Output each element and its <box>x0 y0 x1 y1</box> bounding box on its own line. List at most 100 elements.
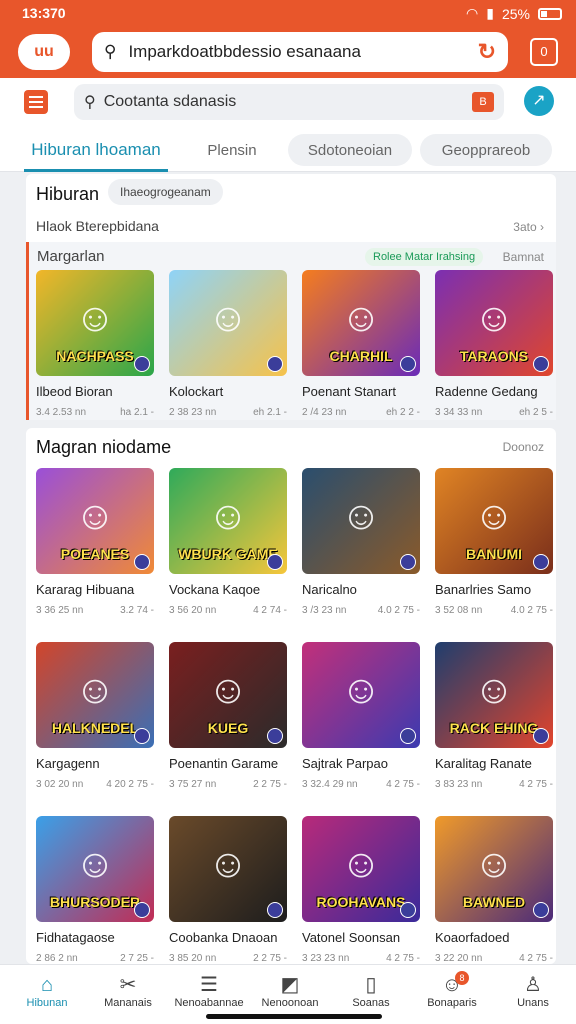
character-icon: ☺ <box>340 494 382 538</box>
see-more-link[interactable]: Doonoz <box>503 440 544 454</box>
game-title[interactable]: Poenant Stanart <box>302 384 424 399</box>
game-card[interactable]: ☺ Coobanka Dnaoan 3 85 20 nn 2 2 75 - <box>169 816 291 964</box>
game-title[interactable]: Banarlries Samo <box>435 582 557 597</box>
game-title[interactable]: Koaorfadoed <box>435 930 557 945</box>
game-thumbnail[interactable]: ☺ WBURK GAME <box>169 468 287 574</box>
character-icon: ☺ <box>207 842 249 886</box>
game-thumbnail[interactable]: ☺ KUEG <box>169 642 287 748</box>
game-title[interactable]: Coobanka Dnaoan <box>169 930 291 945</box>
game-card[interactable]: ☺ Sajtrak Parpao 3 32.4 29 nn 4 2 75 - <box>302 642 424 790</box>
character-icon: ☺ <box>207 494 249 538</box>
game-thumbnail[interactable]: ☺ NACHPASS <box>36 270 154 376</box>
game-meta-stats: eh 2.1 - <box>253 407 287 418</box>
game-card[interactable]: ☺ TARAONS Radenne Gedang 3 34 33 nn eh 2 5 - <box>435 270 557 418</box>
game-title[interactable]: Karalitag Ranate <box>435 756 557 771</box>
nav-item-5[interactable]: ☺ Bonaparis 8 <box>411 971 493 1009</box>
section-chip[interactable]: Ihaeogrogeanam <box>108 179 223 205</box>
nav-item-0[interactable]: ⌂ Hibunan <box>6 973 88 1009</box>
game-meta-size: 2 38 23 nn <box>169 407 217 418</box>
game-title[interactable]: Ilbeod Bioran <box>36 384 158 399</box>
game-thumbnail[interactable]: ☺ HALKNEDEL <box>36 642 154 748</box>
game-card[interactable]: ☺ NACHPASS Ilbeod Bioran 3.4 2.53 nn ha 2.1 … <box>36 270 158 418</box>
game-meta-stats: 2 2 75 - <box>253 779 287 790</box>
game-meta-stats: 4 2 75 - <box>386 779 420 790</box>
search-input[interactable]: Cootanta sdanasis <box>104 93 472 111</box>
tab-geopprareob[interactable]: Geopprareob <box>420 134 552 166</box>
list-icon: ☰ <box>200 974 218 996</box>
badge-icon <box>400 356 416 372</box>
tab-plensin[interactable]: Plensin <box>188 134 276 166</box>
menu-icon[interactable] <box>24 90 48 114</box>
game-title[interactable]: Radenne Gedang <box>435 384 557 399</box>
game-title[interactable]: Kolockart <box>169 384 291 399</box>
game-card[interactable]: ☺ CHARHIL Poenant Stanart 2 /4 23 nn eh 2 2 … <box>302 270 424 418</box>
game-thumbnail[interactable]: ☺ <box>169 816 287 922</box>
game-card[interactable]: ☺ RACK EHING Karalitag Ranate 3 83 23 nn 4 2… <box>435 642 557 790</box>
url-bar[interactable]: ⚲ Imparkdoatbbdessio esanaana ↻ <box>92 32 508 72</box>
nav-item-6[interactable]: ♙ Unans <box>492 973 574 1009</box>
badge-icon <box>400 728 416 744</box>
tabs-button[interactable]: 0 <box>530 38 558 66</box>
game-thumbnail[interactable]: ☺ POEANES <box>36 468 154 574</box>
game-card[interactable]: ☺ Naricalno 3 /3 23 nn 4.0 2 75 - <box>302 468 424 616</box>
search-box[interactable]: ⚲ Cootanta sdanasis B <box>74 84 504 120</box>
game-thumbnail[interactable]: ☺ TARAONS <box>435 270 553 376</box>
game-title[interactable]: Kargagenn <box>36 756 158 771</box>
see-more-link[interactable]: 3ato › <box>513 220 544 234</box>
character-icon: ☺ <box>74 842 116 886</box>
section-title: Hiburan <box>36 184 100 204</box>
game-card[interactable]: ☺ BHURSODER Fidhatagaose 2 86 2 nn 2 7 25 - <box>36 816 158 964</box>
game-thumbnail[interactable]: ☺ ROOHAVANS <box>302 816 420 922</box>
badge-icon <box>134 554 150 570</box>
game-title[interactable]: Vockana Kaqoe <box>169 582 291 597</box>
game-card[interactable]: ☺ POEANES Kararag Hibuana 3 36 25 nn 3.2 74 … <box>36 468 158 616</box>
game-card[interactable]: ☺ BANUMI Banarlries Samo 3 52 08 nn 4.0 2 75… <box>435 468 557 616</box>
game-title[interactable]: Fidhatagaose <box>36 930 158 945</box>
game-title[interactable]: Naricalno <box>302 582 424 597</box>
badge-icon <box>267 356 283 372</box>
game-thumbnail[interactable]: ☺ RACK EHING <box>435 642 553 748</box>
search-icon: ⚲ <box>104 42 117 61</box>
game-title[interactable]: Kararag Hibuana <box>36 582 158 597</box>
user-icon: ♙ <box>524 974 542 996</box>
badge-icon <box>400 902 416 918</box>
game-card[interactable]: ☺ Kolockart 2 38 23 nn eh 2.1 - <box>169 270 291 418</box>
game-card[interactable]: ☺ ROOHAVANS Vatonel Soonsan 3 23 23 nn 4 2 7… <box>302 816 424 964</box>
search-icon: ⚲ <box>84 94 96 111</box>
nav-item-1[interactable]: ✂ Mananais <box>87 973 169 1009</box>
game-thumbnail[interactable]: ☺ BAWNED <box>435 816 553 922</box>
game-card[interactable]: ☺ WBURK GAME Vockana Kaqoe 3 56 20 nn 4 2 74… <box>169 468 291 616</box>
nav-item-3[interactable]: ◩ Nenoonoan <box>249 973 331 1009</box>
character-icon: ☺ <box>207 296 249 340</box>
game-thumbnail[interactable]: ☺ BHURSODER <box>36 816 154 922</box>
reload-icon[interactable]: ↻ <box>478 39 496 65</box>
share-button[interactable]: ↗ <box>524 86 554 116</box>
game-thumbnail[interactable]: ☺ <box>302 468 420 574</box>
game-meta-stats: 2 7 25 - <box>120 953 154 964</box>
game-title[interactable]: Sajtrak Parpao <box>302 756 424 771</box>
tab-sdotoneoian[interactable]: Sdotoneoian <box>288 134 412 166</box>
nav-item-4[interactable]: ▯ Soanas <box>330 973 412 1009</box>
game-card[interactable]: ☺ KUEG Poenantin Garame 3 75 27 nn 2 2 75 - <box>169 642 291 790</box>
game-thumbnail[interactable]: ☺ <box>302 642 420 748</box>
game-title[interactable]: Vatonel Soonsan <box>302 930 424 945</box>
group-icon: ☺ <box>441 974 463 996</box>
game-meta-size: 3 /3 23 nn <box>302 605 347 616</box>
url-text[interactable]: Imparkdoatbbdessio esanaana <box>128 42 477 62</box>
game-card[interactable]: ☺ HALKNEDEL Kargagenn 3 02 20 nn 4 20 2 75 - <box>36 642 158 790</box>
game-meta-size: 3 83 23 nn <box>435 779 483 790</box>
game-thumbnail[interactable]: ☺ <box>169 270 287 376</box>
chart-icon: ◩ <box>280 974 300 996</box>
game-card[interactable]: ☺ BAWNED Koaorfadoed 3 22 20 nn 4 2 75 - <box>435 816 557 964</box>
game-thumbnail[interactable]: ☺ BANUMI <box>435 468 553 574</box>
book-icon[interactable]: B <box>472 92 494 112</box>
nav-item-2[interactable]: ☰ Nenoabannae <box>168 973 250 1009</box>
game-thumbnail[interactable]: ☺ CHARHIL <box>302 270 420 376</box>
badge-icon <box>267 902 283 918</box>
app-logo[interactable]: uu <box>18 34 70 70</box>
tab-hiburan[interactable]: Hiburan lhoaman <box>24 134 168 172</box>
notification-badge: 8 <box>455 971 469 985</box>
game-title[interactable]: Poenantin Garame <box>169 756 291 771</box>
badge-icon <box>134 356 150 372</box>
game-meta-size: 3 85 20 nn <box>169 953 217 964</box>
